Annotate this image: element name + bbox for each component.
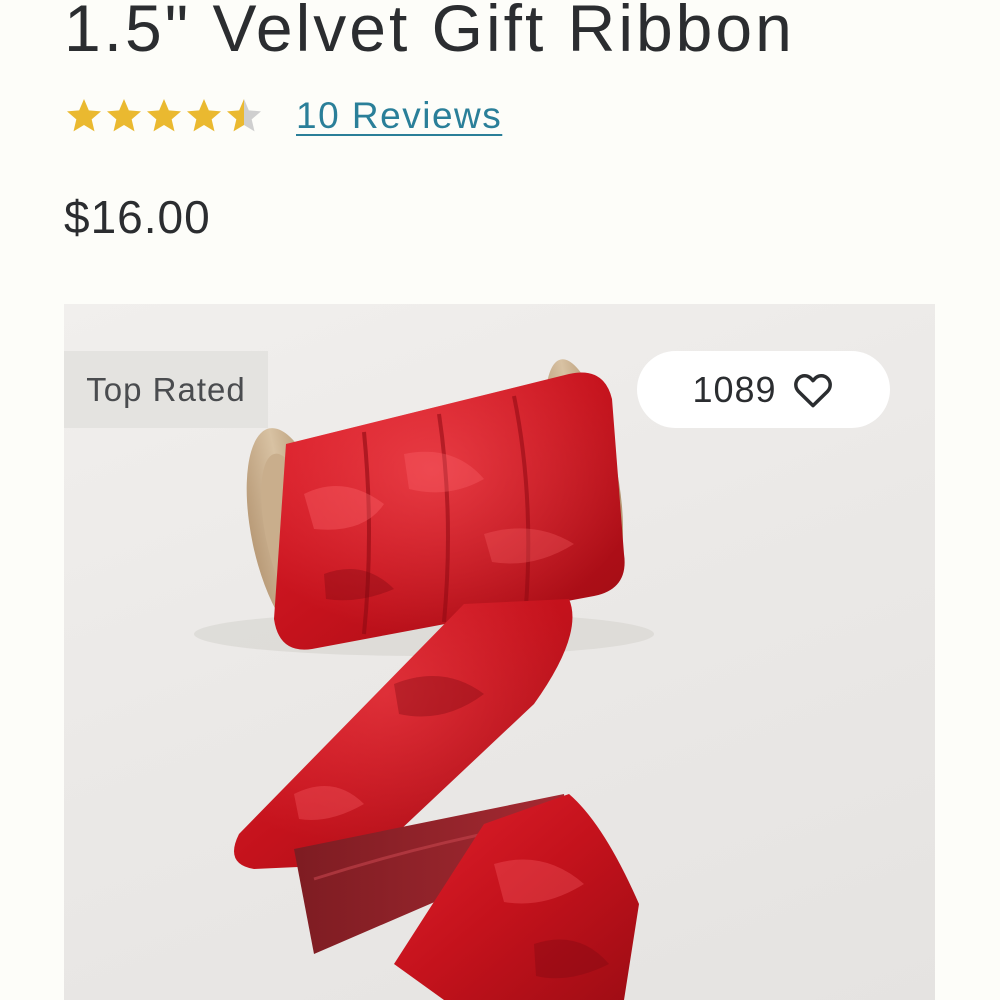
product-page: 1.5" Velvet Gift Ribbon 10 Reviews $16.0… — [0, 0, 1000, 1000]
star-icon — [187, 99, 221, 132]
rating-row: 10 Reviews — [64, 92, 502, 140]
top-rated-badge: Top Rated — [64, 351, 268, 428]
star-icon — [147, 99, 181, 132]
product-price: $16.00 — [64, 191, 211, 243]
star-icon — [67, 99, 101, 132]
star-icon — [107, 99, 141, 132]
star-rating — [64, 96, 264, 136]
favorites-count: 1089 — [692, 368, 777, 410]
star-icon — [227, 99, 261, 132]
reviews-link[interactable]: 10 Reviews — [296, 95, 502, 137]
heart-outline-icon — [793, 373, 832, 407]
favorite-button[interactable]: 1089 — [637, 351, 890, 428]
product-title: 1.5" Velvet Gift Ribbon — [64, 0, 795, 65]
